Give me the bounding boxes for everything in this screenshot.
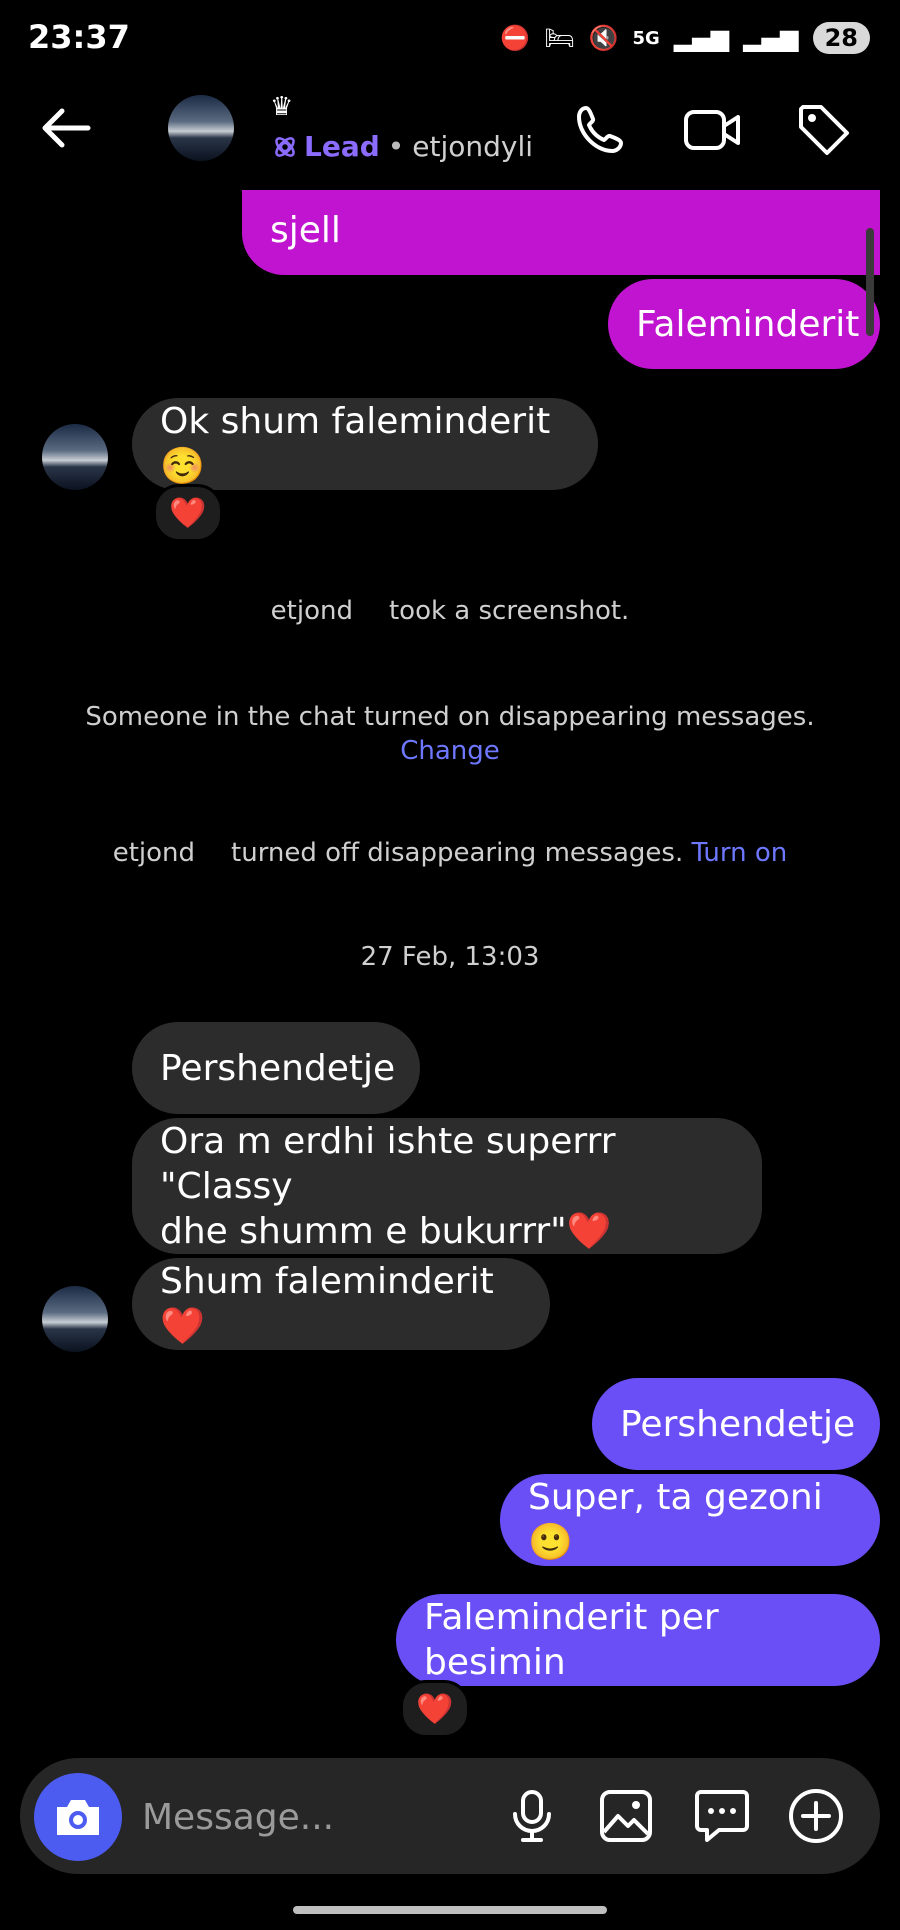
phone-icon: [577, 106, 623, 153]
heart-icon: ❤️: [416, 1691, 454, 1727]
system-message-disappearing-on: Someone in the chat turned on disappeari…: [0, 702, 900, 766]
system-message-screenshot: etjond took a screenshot.: [0, 596, 900, 626]
system-message-disappearing-off: etjond turned off disappearing messages. …: [0, 838, 900, 868]
status-icons: ⛔ 🛏 🔇 5G ▂▄▆ ▂▄▆ 28: [500, 22, 870, 54]
scrollbar[interactable]: [866, 228, 874, 336]
mute-icon: 🔇: [588, 24, 619, 52]
separator-dot: •: [387, 130, 405, 163]
message-bubble-outgoing[interactable]: sjell: [242, 190, 880, 275]
camera-icon: [57, 1800, 99, 1835]
message-text-line: Ora m erdhi ishte superrr "Classy: [160, 1120, 616, 1207]
microphone-icon: [513, 1790, 551, 1842]
message-text: Super, ta gezoni🙂: [528, 1477, 823, 1563]
message-bubble-incoming[interactable]: Shum faleminderit❤️: [132, 1258, 550, 1350]
video-camera-icon: [684, 110, 740, 150]
message-bubble-incoming[interactable]: Ora m erdhi ishte superrr "Classy dhe sh…: [132, 1118, 762, 1254]
change-link[interactable]: Change: [0, 736, 900, 766]
message-text: Faleminderit: [636, 303, 860, 345]
message-bubble-outgoing[interactable]: Super, ta gezoni🙂: [500, 1474, 880, 1566]
image-icon: [600, 1790, 652, 1842]
message-bubble-outgoing[interactable]: Faleminderit: [608, 279, 880, 369]
message-text-line: dhe shumm e bukurrr"❤️: [160, 1210, 612, 1252]
dnd-icon: ⛔: [500, 24, 531, 52]
chat-bubble-icon: [695, 1790, 749, 1842]
message-text: Ok shum faleminderit☺️: [160, 401, 551, 487]
battery-badge: 28: [812, 22, 870, 54]
camera-button[interactable]: [34, 1773, 122, 1861]
home-indicator[interactable]: [293, 1906, 607, 1914]
tag-button[interactable]: [794, 100, 854, 160]
voice-button[interactable]: [502, 1786, 562, 1846]
message-text: Shum faleminderit❤️: [160, 1261, 494, 1347]
system-text: turned off disappearing messages.: [231, 838, 684, 868]
system-username: etjond: [270, 596, 353, 626]
message-text: Faleminderit per besimin: [424, 1597, 719, 1683]
tag-icon: [799, 105, 849, 155]
message-bubble-outgoing[interactable]: Pershendetje: [592, 1378, 880, 1470]
message-bubble-incoming[interactable]: Ok shum faleminderit☺️: [132, 398, 598, 490]
message-input[interactable]: [140, 1788, 484, 1846]
back-button[interactable]: [36, 98, 96, 158]
lead-icon: [275, 136, 295, 157]
gallery-button[interactable]: [596, 1786, 656, 1846]
system-text: Someone in the chat turned on disappeari…: [85, 702, 815, 732]
contact-avatar[interactable]: [168, 95, 234, 161]
reaction-badge[interactable]: ❤️: [153, 484, 223, 542]
crown-icon: ♛: [270, 92, 294, 122]
plus-circle-icon: [789, 1789, 843, 1843]
sender-avatar[interactable]: [42, 1286, 108, 1352]
message-bubble-incoming[interactable]: Pershendetje: [132, 1022, 420, 1114]
more-button[interactable]: [786, 1786, 846, 1846]
sticker-button[interactable]: [692, 1786, 752, 1846]
sender-avatar[interactable]: [42, 424, 108, 490]
message-text: Pershendetje: [620, 1403, 856, 1445]
contact-subtitle[interactable]: Lead • etjondyli: [272, 130, 533, 163]
turn-on-link[interactable]: Turn on: [692, 838, 788, 868]
bed-icon: 🛏: [544, 24, 575, 52]
network-label: 5G: [632, 27, 660, 49]
heart-icon: ❤️: [169, 495, 207, 531]
date-separator: 27 Feb, 13:03: [360, 942, 540, 972]
system-text: took a screenshot.: [388, 596, 630, 626]
signal-icon-2: ▂▄▆: [743, 24, 799, 52]
message-bubble-outgoing[interactable]: Faleminderit per besimin: [396, 1594, 880, 1686]
status-time: 23:37: [28, 18, 130, 56]
reaction-badge[interactable]: ❤️: [400, 1680, 470, 1738]
message-text: sjell: [270, 210, 341, 251]
message-text: Pershendetje: [160, 1047, 396, 1089]
lead-label: Lead: [304, 130, 380, 163]
call-button[interactable]: [570, 100, 630, 160]
video-call-button[interactable]: [682, 100, 742, 160]
back-arrow-icon: [42, 108, 91, 148]
system-username: etjond: [112, 838, 196, 868]
signal-icon: ▂▄▆: [673, 24, 730, 52]
contact-username: etjondyli: [412, 130, 534, 163]
lead-badge: Lead: [272, 130, 380, 163]
